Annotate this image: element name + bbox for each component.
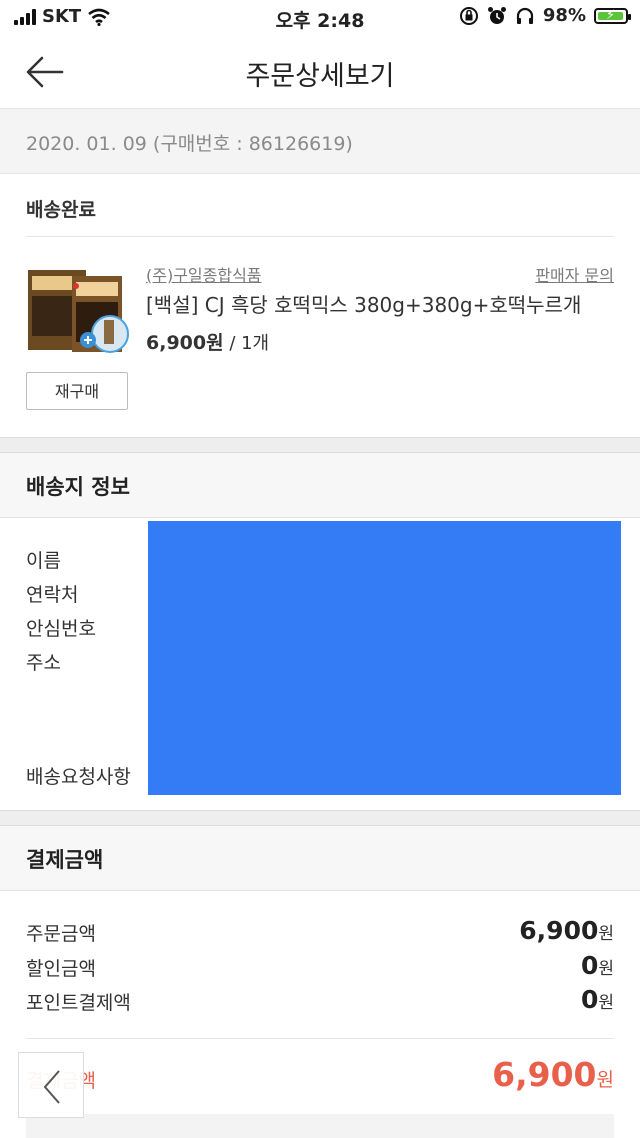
discount-amount-label: 할인금액	[26, 958, 96, 980]
address-label: 주소	[26, 652, 61, 674]
order-amount-row: 주문금액 6,900원	[26, 916, 614, 946]
phone-label: 연락처	[26, 584, 79, 606]
point-payment-value: 0	[580, 985, 599, 1014]
section-separator	[0, 810, 640, 826]
status-bar: SKT 오후 2:48 98% ⚡	[0, 0, 640, 36]
seller-name-link[interactable]: (주)구일종합식품	[146, 262, 262, 286]
rotation-lock-icon	[459, 6, 478, 25]
order-amount-label: 주문금액	[26, 923, 96, 945]
currency-unit: 원	[598, 993, 614, 1013]
product-quantity: / 1개	[223, 333, 270, 354]
bottom-panel	[26, 1114, 614, 1138]
divider	[26, 236, 614, 237]
order-date-number: 2020. 01. 09 (구매번호 : 86126619)	[26, 133, 353, 155]
chevron-left-icon	[43, 1070, 60, 1104]
floating-back-button[interactable]	[18, 1052, 84, 1118]
currency-unit: 원	[598, 924, 614, 944]
delivery-status: 배송완료	[26, 199, 96, 221]
alarm-icon	[487, 6, 506, 24]
point-payment-label: 포인트결제액	[26, 992, 131, 1014]
discount-amount-row: 할인금액 0원	[26, 951, 614, 981]
shipping-section-title: 배송지 정보	[26, 475, 130, 499]
currency-unit: 원	[596, 1069, 614, 1091]
headphones-icon	[516, 7, 534, 24]
seller-inquiry-link[interactable]: 판매자 문의	[535, 262, 614, 286]
recipient-name-label: 이름	[26, 550, 61, 572]
payment-section-header: 결제금액	[0, 826, 640, 891]
rebuy-button[interactable]: 재구매	[26, 372, 128, 410]
payment-section-title: 결제금액	[26, 848, 104, 872]
total-payment-value: 6,900	[492, 1055, 597, 1094]
product-price-line: 6,900원 / 1개	[146, 328, 269, 355]
app-header: 주문상세보기	[0, 36, 640, 109]
order-amount-value: 6,900	[519, 916, 599, 945]
page-title: 주문상세보기	[245, 61, 395, 92]
redacted-shipping-details	[148, 521, 621, 795]
product-price: 6,900원	[146, 332, 224, 354]
battery-percent: 98%	[542, 5, 586, 26]
safe-number-label: 안심번호	[26, 618, 96, 640]
section-separator	[0, 437, 640, 453]
shipping-section-header: 배송지 정보	[0, 453, 640, 518]
delivery-request-label: 배송요청사항	[26, 766, 131, 788]
product-name[interactable]: [백설] CJ 흑당 호떡믹스 380g+380g+호떡누르개	[146, 289, 581, 318]
currency-unit: 원	[598, 959, 614, 979]
point-payment-row: 포인트결제액 0원	[26, 985, 614, 1015]
divider	[26, 1038, 614, 1039]
battery-icon: ⚡	[594, 7, 631, 24]
order-info-band: 2020. 01. 09 (구매번호 : 86126619)	[0, 109, 640, 174]
discount-amount-value: 0	[580, 951, 599, 980]
product-thumbnail[interactable]	[26, 262, 130, 362]
